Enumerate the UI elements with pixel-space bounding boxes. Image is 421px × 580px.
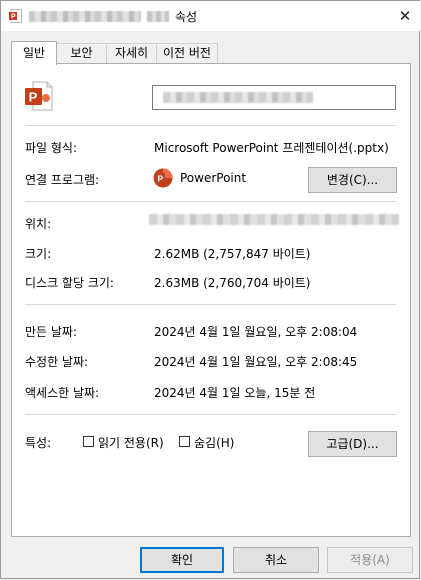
close-button[interactable]: ✕ [391, 3, 419, 29]
filename-input[interactable] [152, 85, 396, 110]
size-on-disk-value: 2.63MB (2,760,704 바이트) [154, 276, 311, 290]
opens-with-value: PowerPoint [180, 171, 247, 185]
accessed-label: 액세스한 날짜: [25, 386, 100, 400]
powerpoint-title-icon: P [9, 9, 22, 23]
change-button[interactable]: 변경(C)... [308, 167, 397, 193]
title-bar[interactable]: P 속성 ✕ [1, 1, 420, 31]
filename-redacted [163, 92, 313, 103]
svg-text:P: P [29, 90, 38, 105]
readonly-label[interactable]: 읽기 전용(R) [98, 434, 164, 451]
hidden-label[interactable]: 숨김(H) [194, 434, 234, 451]
general-panel [11, 63, 411, 537]
tab-security[interactable]: 보안 [56, 43, 107, 63]
svg-text:P: P [11, 14, 16, 21]
title-filename-redacted-2 [147, 11, 169, 22]
opens-with-label: 연결 프로그램: [25, 173, 100, 187]
window-title: 속성 [175, 10, 198, 24]
created-label: 만든 날짜: [25, 325, 78, 339]
file-type-value: Microsoft PowerPoint 프레젠테이션(.pptx) [154, 141, 389, 155]
size-label: 크기: [25, 247, 52, 261]
size-value: 2.62MB (2,757,847 바이트) [154, 247, 311, 261]
svg-text:P: P [158, 174, 164, 183]
tab-general[interactable]: 일반 [11, 41, 57, 65]
close-icon: ✕ [398, 7, 412, 25]
created-value: 2024년 4월 1일 월요일, 오후 2:08:04 [154, 325, 358, 339]
powerpoint-file-icon: P [25, 81, 53, 111]
modified-label: 수정한 날짜: [25, 355, 89, 369]
separator [25, 414, 396, 415]
apply-button[interactable]: 적용(A) [327, 547, 413, 573]
tab-details[interactable]: 자세히 [106, 43, 157, 63]
powerpoint-app-icon: P [153, 168, 173, 188]
hidden-checkbox[interactable] [179, 436, 190, 447]
modified-value: 2024년 4월 1일 월요일, 오후 2:08:45 [154, 355, 358, 369]
size-on-disk-label: 디스크 할당 크기: [25, 276, 114, 290]
tab-previous-versions[interactable]: 이전 버전 [156, 43, 218, 63]
separator [25, 304, 396, 305]
properties-window: P 속성 ✕ 일반 보안 자세히 이전 버전 P 파일 형식: Microsof… [0, 0, 420, 579]
readonly-checkbox[interactable] [83, 436, 94, 447]
separator [25, 201, 396, 202]
ok-button[interactable]: 확인 [140, 547, 224, 573]
attributes-label: 특성: [25, 436, 52, 450]
location-redacted [149, 214, 399, 225]
cancel-button[interactable]: 취소 [233, 547, 319, 573]
separator [25, 125, 396, 126]
advanced-button[interactable]: 고급(D)... [308, 431, 397, 457]
file-type-label: 파일 형식: [25, 141, 78, 155]
title-filename-redacted [29, 11, 141, 22]
accessed-value: 2024년 4월 1일 오늘, 15분 전 [154, 386, 316, 400]
location-label: 위치: [25, 217, 52, 231]
